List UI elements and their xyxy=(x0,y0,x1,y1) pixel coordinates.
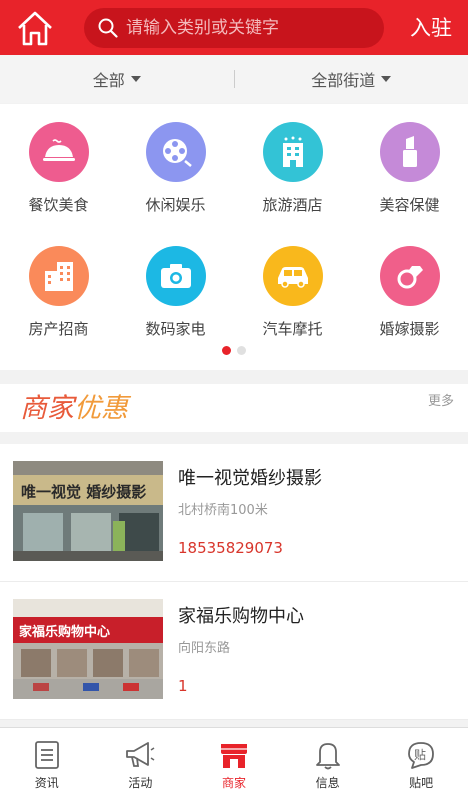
ring-icon xyxy=(379,246,440,306)
merchant-phone[interactable]: 18535829073 xyxy=(178,539,283,557)
search-icon xyxy=(98,18,118,38)
filter-all[interactable]: 全部 xyxy=(0,67,234,91)
page-dot[interactable] xyxy=(237,346,246,355)
category-food[interactable]: 餐饮美食 xyxy=(0,122,117,246)
home-icon xyxy=(18,11,52,45)
promo-title-part1: 商家 xyxy=(20,393,74,424)
category-label: 房产招商 xyxy=(28,320,89,338)
tab-activity-label: 活动 xyxy=(128,776,153,790)
tab-merchants[interactable]: 商家 xyxy=(187,728,281,800)
tab-merchants-label: 商家 xyxy=(221,776,246,790)
category-entertainment[interactable]: 休闲娱乐 xyxy=(117,122,234,246)
page-dot-active[interactable] xyxy=(222,346,231,355)
more-link[interactable]: 更多 xyxy=(428,390,454,409)
hotel-icon xyxy=(262,122,323,182)
food-icon xyxy=(28,122,89,182)
bottom-tab-bar: 资讯 活动 商家 信息 贴 贴吧 xyxy=(0,727,468,800)
promo-section-header: 商家优惠 更多 xyxy=(0,384,468,432)
merchant-name: 唯一视觉婚纱摄影 xyxy=(178,468,322,489)
page-indicator xyxy=(0,346,468,355)
tab-info-label: 信息 xyxy=(315,776,340,790)
category-hotel[interactable]: 旅游酒店 xyxy=(234,122,351,246)
merchant-address: 向阳东路 xyxy=(178,641,231,656)
news-icon xyxy=(34,741,59,769)
home-button[interactable] xyxy=(0,0,70,55)
tab-news[interactable]: 资讯 xyxy=(0,728,94,800)
merchant-item[interactable]: 家福乐购物中心 家福乐购物中心 向阳东路 1 xyxy=(0,582,468,720)
post-bubble-icon: 贴 xyxy=(408,742,435,769)
tab-forum-label: 贴吧 xyxy=(409,776,434,790)
category-label: 旅游酒店 xyxy=(262,196,323,214)
dropdown-arrow-icon xyxy=(130,76,141,82)
car-icon xyxy=(262,246,323,306)
category-label: 汽车摩托 xyxy=(262,320,323,338)
camera-icon xyxy=(145,246,206,306)
dropdown-arrow-icon xyxy=(381,76,392,82)
category-label: 休闲娱乐 xyxy=(145,196,206,214)
filter-all-label: 全部 xyxy=(92,71,125,90)
bell-icon xyxy=(315,743,340,770)
tab-activity[interactable]: 活动 xyxy=(94,728,188,800)
category-label: 美容保健 xyxy=(379,196,440,214)
search-box[interactable] xyxy=(84,8,384,48)
category-label: 餐饮美食 xyxy=(28,196,89,214)
category-panel: 餐饮美食 休闲娱乐 旅游酒店 美容保健 房产招商 数码家电 汽车摩托 婚嫁摄影 xyxy=(0,104,468,370)
filter-bar: 全部 全部街道 xyxy=(0,55,468,103)
merchant-sign-text: 家福乐购物中心 xyxy=(19,624,110,640)
category-grid: 餐饮美食 休闲娱乐 旅游酒店 美容保健 房产招商 数码家电 汽车摩托 婚嫁摄影 xyxy=(0,104,468,366)
merchant-list: 唯一视觉 婚纱摄影 唯一视觉婚纱摄影 北村桥南100米 18535829073 xyxy=(0,444,468,720)
merchant-name: 家福乐购物中心 xyxy=(178,606,304,627)
merchant-photo: 唯一视觉 婚纱摄影 xyxy=(13,461,163,561)
category-beauty[interactable]: 美容保健 xyxy=(351,122,468,246)
filter-street-label: 全部街道 xyxy=(311,71,376,90)
join-button[interactable]: 入驻 xyxy=(410,12,452,42)
promo-title: 商家优惠 xyxy=(20,386,128,425)
shop-icon xyxy=(220,744,247,768)
category-label: 数码家电 xyxy=(145,320,206,338)
merchant-phone[interactable]: 1 xyxy=(178,677,188,695)
building-icon xyxy=(28,246,89,306)
tab-info[interactable]: 信息 xyxy=(281,728,375,800)
merchant-photo: 家福乐购物中心 xyxy=(13,599,163,699)
filter-street[interactable]: 全部街道 xyxy=(235,67,468,91)
lipstick-icon xyxy=(379,122,440,182)
merchant-item[interactable]: 唯一视觉 婚纱摄影 唯一视觉婚纱摄影 北村桥南100米 18535829073 xyxy=(0,444,468,582)
megaphone-icon xyxy=(126,742,155,767)
app: 入驻 全部 全部街道 餐饮美食 xyxy=(0,0,468,800)
search-input[interactable] xyxy=(126,18,366,38)
merchant-sign-text: 唯一视觉 婚纱摄影 xyxy=(21,483,146,501)
film-reel-icon xyxy=(145,122,206,182)
tab-news-label: 资讯 xyxy=(34,776,59,790)
top-bar: 入驻 xyxy=(0,0,468,55)
tab-forum[interactable]: 贴 贴吧 xyxy=(374,728,468,800)
category-label: 婚嫁摄影 xyxy=(379,320,440,338)
post-bubble-glyph: 贴 xyxy=(414,748,426,762)
promo-title-part2: 优惠 xyxy=(74,393,128,424)
merchant-address: 北村桥南100米 xyxy=(178,503,268,518)
